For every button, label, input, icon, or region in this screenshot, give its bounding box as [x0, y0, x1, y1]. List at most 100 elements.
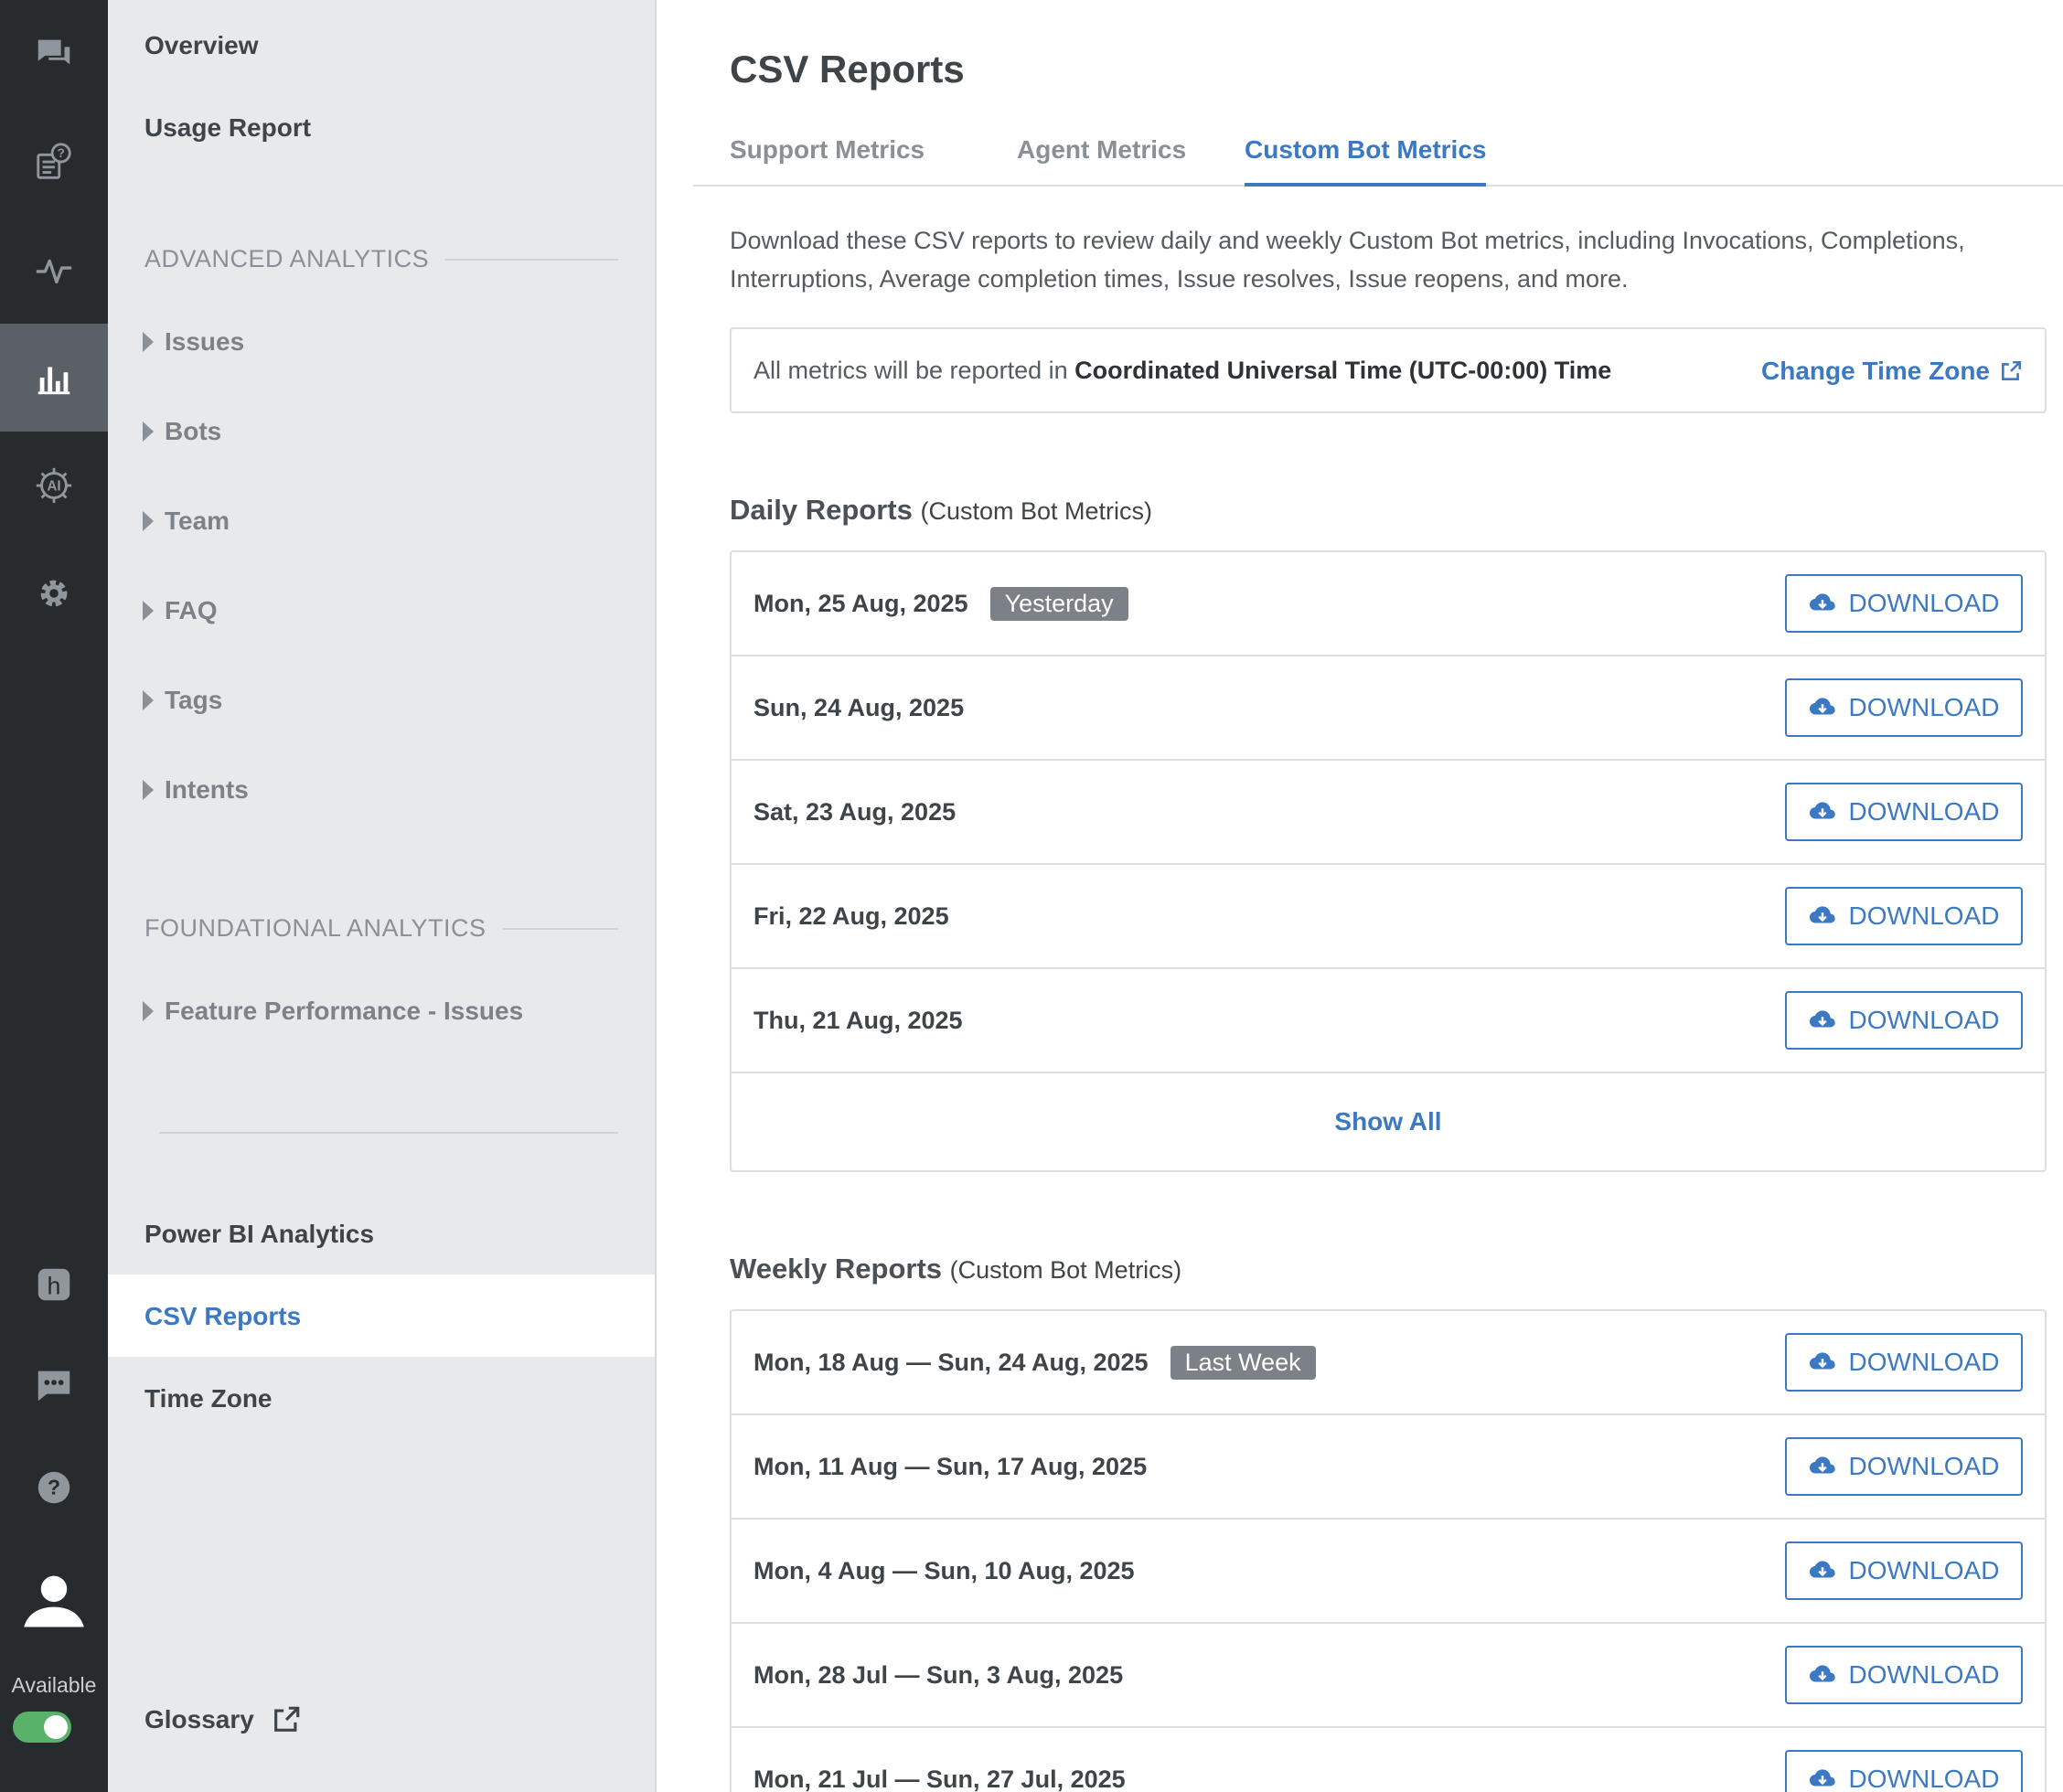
availability-toggle[interactable] [13, 1712, 71, 1743]
caret-right-icon [143, 421, 154, 442]
sidebar-item-power-bi[interactable]: Power BI Analytics [144, 1220, 374, 1249]
section-title: Weekly Reports [730, 1253, 943, 1285]
list-item: Mon, 4 Aug — Sun, 10 Aug, 2025 DOWNLOAD [732, 1520, 2045, 1624]
caret-right-icon [143, 511, 154, 531]
section-subtitle: (Custom Bot Metrics) [949, 1256, 1182, 1284]
tab-support-metrics[interactable]: Support Metrics [730, 135, 925, 187]
help-nav[interactable]: ? [0, 1434, 108, 1541]
download-label: DOWNLOAD [1848, 901, 2000, 930]
activity-nav[interactable] [0, 216, 108, 324]
list-item: Mon, 28 Jul — Sun, 3 Aug, 2025 DOWNLOAD [732, 1624, 2045, 1728]
cloud-download-icon [1809, 1352, 1835, 1370]
section-title: Daily Reports [730, 494, 913, 526]
settings-nav[interactable] [0, 539, 108, 647]
report-date: Mon, 25 Aug, 2025 [754, 589, 968, 617]
download-label: DOWNLOAD [1848, 797, 2000, 826]
cloud-download-icon [1809, 802, 1835, 819]
divider [502, 927, 618, 930]
faq-icon: ? [37, 143, 71, 179]
cloud-download-icon [1809, 1561, 1835, 1578]
cloud-download-icon [1809, 906, 1835, 923]
download-button[interactable]: DOWNLOAD [1785, 1333, 2023, 1392]
cloud-download-icon [1809, 593, 1835, 611]
download-label: DOWNLOAD [1848, 1006, 2000, 1034]
helpshift-nav[interactable]: h [0, 1231, 108, 1339]
gear-icon [40, 580, 68, 607]
sidebar-item-usage-report[interactable]: Usage Report [144, 113, 311, 143]
sidebar-item-tags[interactable]: Tags [143, 686, 222, 715]
report-date: Sat, 23 Aug, 2025 [754, 797, 957, 826]
timezone-text: All metrics will be reported in Coordina… [754, 357, 1611, 385]
report-tabs: Support Metrics Agent Metrics Custom Bot… [693, 135, 2063, 187]
download-button[interactable]: DOWNLOAD [1785, 1750, 2023, 1792]
report-date: Fri, 22 Aug, 2025 [754, 901, 949, 930]
report-date: Mon, 28 Jul — Sun, 3 Aug, 2025 [754, 1660, 1124, 1689]
cloud-download-icon [1809, 698, 1835, 715]
weekly-reports-heading: Weekly Reports (Custom Bot Metrics) [730, 1253, 1181, 1285]
download-button[interactable]: DOWNLOAD [1785, 887, 2023, 945]
download-button[interactable]: DOWNLOAD [1785, 1541, 2023, 1600]
caret-right-icon [143, 601, 154, 621]
sidebar-divider [159, 1132, 618, 1134]
download-button[interactable]: DOWNLOAD [1785, 991, 2023, 1050]
list-item: Mon, 11 Aug — Sun, 17 Aug, 2025 DOWNLOAD [732, 1415, 2045, 1520]
analytics-sidebar: Overview Usage Report ADVANCED ANALYTICS… [108, 0, 657, 1792]
sidebar-item-label: Bots [165, 417, 222, 445]
icon-rail: ? AI h ? Available [0, 0, 108, 1792]
ai-nav[interactable]: AI [0, 432, 108, 539]
report-date: Mon, 11 Aug — Sun, 17 Aug, 2025 [754, 1452, 1148, 1480]
sidebar-item-intents[interactable]: Intents [143, 775, 249, 805]
helpshift-h-icon: h [37, 1268, 70, 1301]
timezone-prefix: All metrics will be reported in [754, 357, 1075, 384]
caret-right-icon [143, 1001, 154, 1021]
tab-custom-bot-metrics[interactable]: Custom Bot Metrics [1245, 135, 1487, 187]
download-button[interactable]: DOWNLOAD [1785, 574, 2023, 633]
report-date: Mon, 21 Jul — Sun, 27 Jul, 2025 [754, 1765, 1126, 1792]
sidebar-item-label: Intents [165, 775, 249, 804]
sidebar-item-bots[interactable]: Bots [143, 417, 221, 446]
sidebar-item-issues[interactable]: Issues [143, 327, 244, 357]
section-heading-label: FOUNDATIONAL ANALYTICS [144, 914, 486, 942]
weekly-reports-list: Mon, 18 Aug — Sun, 24 Aug, 2025 Last Week… [730, 1309, 2047, 1792]
list-item: Sat, 23 Aug, 2025 DOWNLOAD [732, 761, 2045, 865]
tab-agent-metrics[interactable]: Agent Metrics [1017, 135, 1186, 187]
sidebar-item-time-zone[interactable]: Time Zone [144, 1384, 273, 1413]
section-subtitle: (Custom Bot Metrics) [920, 497, 1153, 525]
messages-nav[interactable] [0, 1331, 108, 1439]
sidebar-item-team[interactable]: Team [143, 507, 230, 536]
analytics-nav[interactable] [0, 324, 108, 432]
download-button[interactable]: DOWNLOAD [1785, 1646, 2023, 1704]
status-badge: Yesterday [989, 586, 1128, 621]
sidebar-item-overview[interactable]: Overview [144, 31, 259, 60]
show-all-link[interactable]: Show All [732, 1073, 2045, 1170]
sidebar-item-feature-performance[interactable]: Feature Performance - Issues [143, 997, 523, 1026]
report-date: Thu, 21 Aug, 2025 [754, 1006, 963, 1034]
download-label: DOWNLOAD [1848, 693, 2000, 721]
download-label: DOWNLOAD [1848, 1765, 2000, 1792]
change-timezone-link[interactable]: Change Time Zone [1761, 357, 2023, 386]
faq-nav[interactable]: ? [0, 108, 108, 216]
download-button[interactable]: DOWNLOAD [1785, 678, 2023, 737]
sidebar-item-faq[interactable]: FAQ [143, 596, 218, 625]
cloud-download-icon [1809, 1769, 1835, 1787]
conversations-nav[interactable] [0, 0, 108, 108]
profile-nav[interactable] [0, 1541, 108, 1660]
page-description: Download these CSV reports to review dai… [730, 227, 1965, 293]
list-item: Mon, 25 Aug, 2025 Yesterday DOWNLOAD [732, 552, 2045, 656]
sidebar-item-glossary[interactable]: Glossary [144, 1704, 302, 1735]
sidebar-item-label: Issues [165, 327, 245, 356]
sidebar-item-label: FAQ [165, 596, 218, 624]
analytics-icon [37, 367, 70, 395]
download-label: DOWNLOAD [1848, 589, 2000, 617]
download-button[interactable]: DOWNLOAD [1785, 783, 2023, 841]
list-item: Fri, 22 Aug, 2025 DOWNLOAD [732, 865, 2045, 969]
svg-text:AI: AI [47, 479, 60, 495]
download-button[interactable]: DOWNLOAD [1785, 1437, 2023, 1496]
help-icon: ? [37, 1471, 70, 1504]
ai-icon: AI [36, 467, 72, 504]
sidebar-item-label: Feature Performance - Issues [165, 997, 524, 1025]
sidebar-item-csv-reports[interactable]: CSV Reports [108, 1275, 655, 1357]
svg-text:h: h [48, 1273, 61, 1300]
section-heading-label: ADVANCED ANALYTICS [144, 245, 430, 272]
download-label: DOWNLOAD [1848, 1348, 2000, 1376]
